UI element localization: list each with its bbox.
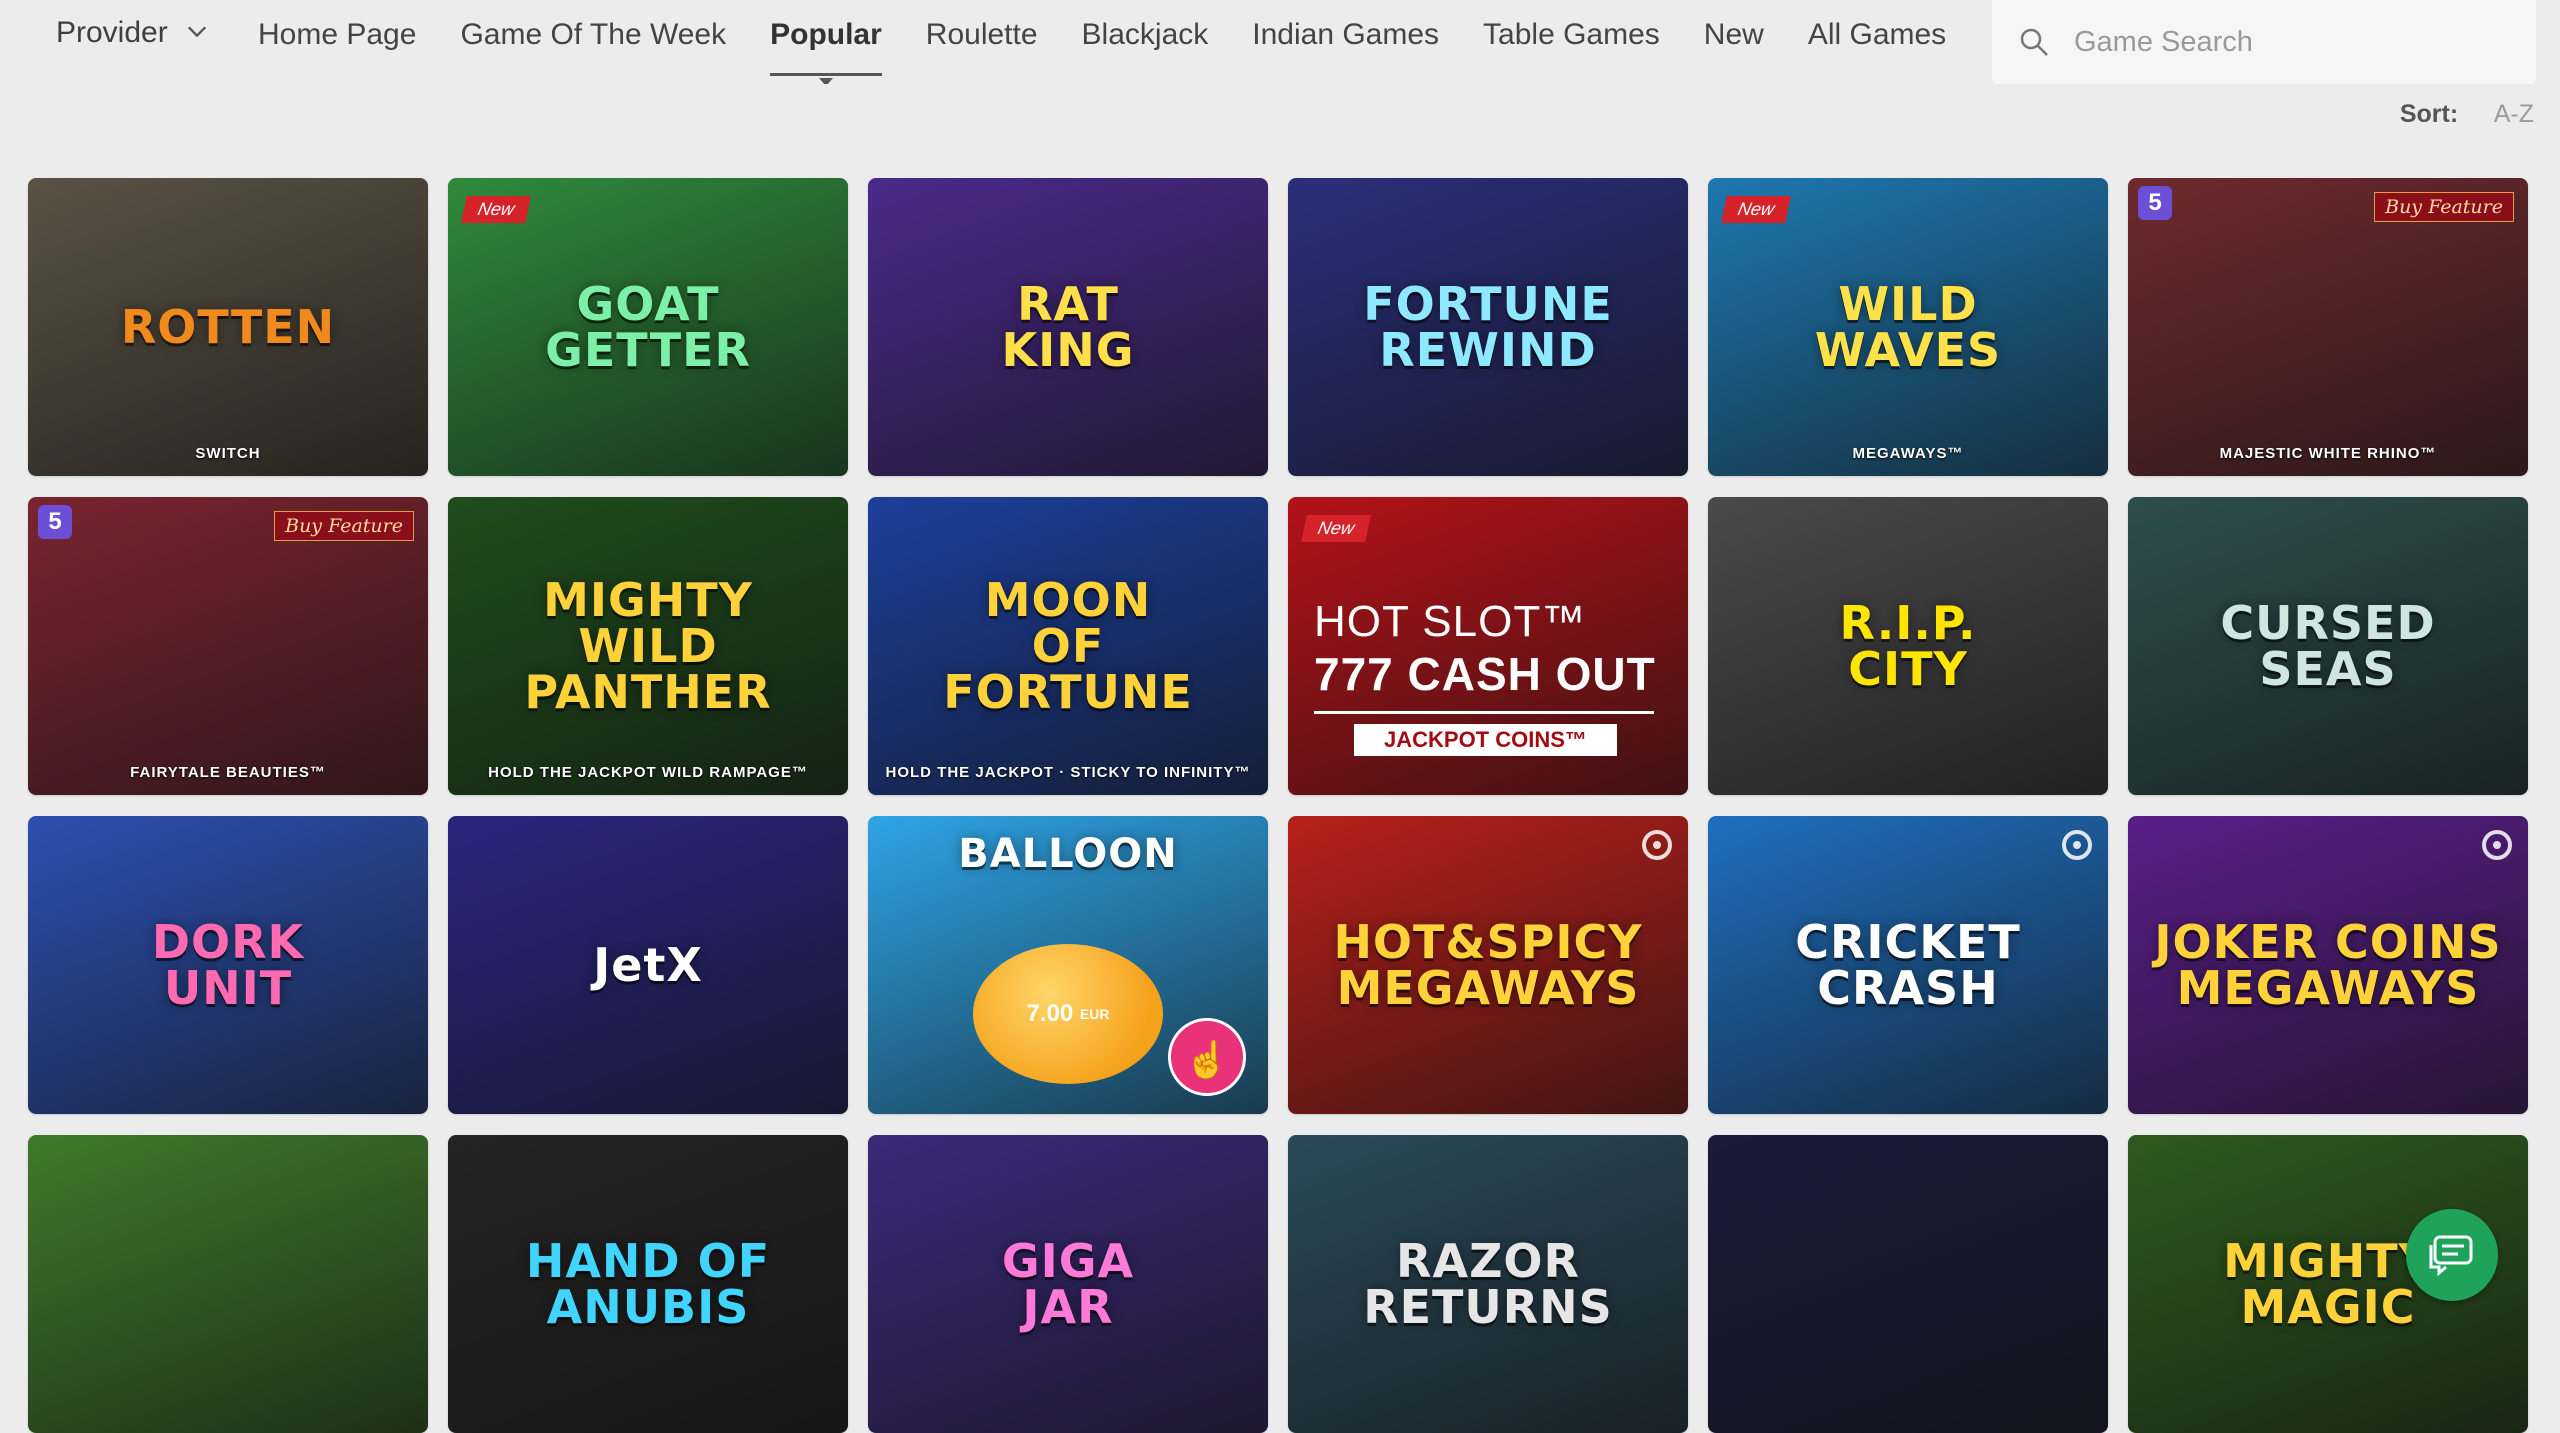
sort-label: Sort: [2399, 100, 2459, 128]
game-tile[interactable]: JetX [448, 816, 848, 1114]
game-tile[interactable]: RAT KING [868, 178, 1268, 476]
top-navigation: Provider Home Page Game Of The Week Popula… [0, 0, 2560, 86]
nav-tab-new[interactable]: New [1704, 18, 1764, 80]
search-icon [2020, 28, 2048, 56]
chevron-down-icon [187, 26, 206, 38]
game-tile[interactable]: CRICKET CRASH [1708, 816, 2108, 1114]
game-subtitle: SWITCH [195, 445, 261, 462]
hot-slot-logo: HOT SLOT™ 777 CASH OUT JACKPOT COINS™ [1314, 597, 1656, 756]
provider-dropdown[interactable]: Provider [56, 16, 208, 50]
new-badge: New [1721, 196, 1791, 223]
nav-tab-popular[interactable]: Popular [770, 18, 882, 84]
game-subtitle: MEGAWAYS™ [1852, 445, 1964, 462]
game-title: HOT&SPICY MEGAWAYS [1333, 915, 1643, 1015]
game-title: R.I.P. CITY [1839, 596, 1977, 696]
balloon-multiplier: 7.00 EUR [973, 944, 1163, 1084]
nav-tab-game-of-the-week[interactable]: Game Of The Week [460, 18, 726, 80]
game-title: FORTUNE REWIND [1363, 277, 1613, 377]
sort-value[interactable]: A-Z [2494, 100, 2534, 128]
buy-feature-badge: Buy Feature [274, 511, 414, 541]
game-title: RAZOR RETURNS [1363, 1234, 1613, 1334]
game-tile[interactable]: FORTUNE REWIND [1288, 178, 1688, 476]
game-tile[interactable]: BALLOON 7.00 EUR ☝ [868, 816, 1268, 1114]
provider-badge: 5 [38, 505, 72, 539]
game-title: GIGA JAR [1001, 1234, 1135, 1334]
game-tile[interactable]: RAZOR RETURNS [1288, 1135, 1688, 1433]
target-icon [2062, 830, 2092, 860]
game-title: CURSED SEAS [2220, 596, 2436, 696]
balloon-value: 7.00 [1026, 1000, 1074, 1027]
nav-tab-all-games[interactable]: All Games [1808, 18, 1946, 80]
target-icon [1642, 830, 1672, 860]
game-tile[interactable] [28, 1135, 428, 1433]
game-title: JetX [593, 938, 703, 992]
game-title: ROTTEN [120, 300, 336, 354]
nav-tab-home-page[interactable]: Home Page [258, 18, 416, 80]
game-tile[interactable]: MIGHTY WILD PANTHER HOLD THE JACKPOT WILD… [448, 497, 848, 795]
game-tile[interactable]: HOT SLOT™ 777 CASH OUT JACKPOT COINS™ New [1288, 497, 1688, 795]
game-tile[interactable]: GOAT GETTER New [448, 178, 848, 476]
live-chat-button[interactable] [2406, 1209, 2498, 1301]
nav-tab-indian-games[interactable]: Indian Games [1252, 18, 1439, 80]
buy-feature-badge: Buy Feature [2374, 192, 2514, 222]
game-subtitle: FAIRYTALE BEAUTIES™ [130, 764, 326, 781]
game-tile[interactable]: DORK UNIT [28, 816, 428, 1114]
provider-label: Provider [56, 16, 168, 49]
game-tile[interactable]: GIGA JAR [868, 1135, 1268, 1433]
game-grid: ROTTEN SWITCH GOAT GETTER New RAT KING FORTUN… [28, 178, 2528, 1433]
game-title: DORK UNIT [151, 915, 305, 1015]
game-tile[interactable]: ROTTEN SWITCH [28, 178, 428, 476]
game-tile[interactable]: JOKER COINS MEGAWAYS [2128, 816, 2528, 1114]
game-subtitle: HOLD THE JACKPOT · STICKY TO INFINITY™ [885, 764, 1251, 781]
game-tile[interactable] [1708, 1135, 2108, 1433]
game-title: RAT KING [1001, 277, 1135, 377]
hot-slot-line-2: 777 CASH OUT [1314, 648, 1656, 700]
game-title: GOAT GETTER [545, 277, 751, 377]
nav-tab-blackjack[interactable]: Blackjack [1082, 18, 1209, 80]
target-icon [2482, 830, 2512, 860]
hot-slot-line-3: JACKPOT COINS™ [1354, 724, 1617, 756]
game-tile[interactable]: MOON OF FORTUNE HOLD THE JACKPOT · STICKY… [868, 497, 1268, 795]
game-subtitle: MAJESTIC WHITE RHINO™ [2219, 445, 2437, 462]
game-subtitle: HOLD THE JACKPOT WILD RAMPAGE™ [488, 764, 808, 781]
game-tile[interactable]: CURSED SEAS [2128, 497, 2528, 795]
game-title: MIGHTY WILD PANTHER [524, 573, 772, 719]
nav-tab-roulette[interactable]: Roulette [926, 18, 1038, 80]
sort-control: Sort: A-Z [2400, 100, 2534, 129]
game-tile[interactable]: MAJESTIC WHITE RHINO™ Buy Feature 5 [2128, 178, 2528, 476]
new-badge: New [461, 196, 531, 223]
balloon-currency: EUR [1079, 1006, 1110, 1022]
game-tile[interactable]: R.I.P. CITY [1708, 497, 2108, 795]
tap-hand-icon: ☝ [1168, 1018, 1246, 1096]
new-badge: New [1301, 515, 1371, 542]
game-title: HAND OF ANUBIS [525, 1234, 771, 1334]
game-title: JOKER COINS MEGAWAYS [2154, 915, 2502, 1015]
nav-tab-table-games[interactable]: Table Games [1483, 18, 1660, 80]
chat-icon [2429, 1235, 2473, 1277]
game-title: WILD WAVES [1814, 277, 2002, 377]
game-tile[interactable]: WILD WAVES MEGAWAYS™ New [1708, 178, 2108, 476]
game-search-box[interactable] [1992, 0, 2536, 84]
game-title: MOON OF FORTUNE [943, 573, 1193, 719]
game-tile[interactable]: HOT&SPICY MEGAWAYS [1288, 816, 1688, 1114]
category-tabs: Home Page Game Of The Week Popular Roulette… [236, 18, 1998, 84]
provider-badge: 5 [2138, 186, 2172, 220]
search-input[interactable] [2072, 24, 2496, 60]
divider [1314, 711, 1654, 714]
game-tile[interactable]: FAIRYTALE BEAUTIES™ Buy Feature 5 [28, 497, 428, 795]
game-title: BALLOON [958, 831, 1178, 877]
game-tile[interactable]: HAND OF ANUBIS [448, 1135, 848, 1433]
game-title: CRICKET CRASH [1795, 915, 2021, 1015]
hot-slot-line-1: HOT SLOT™ [1314, 597, 1587, 646]
